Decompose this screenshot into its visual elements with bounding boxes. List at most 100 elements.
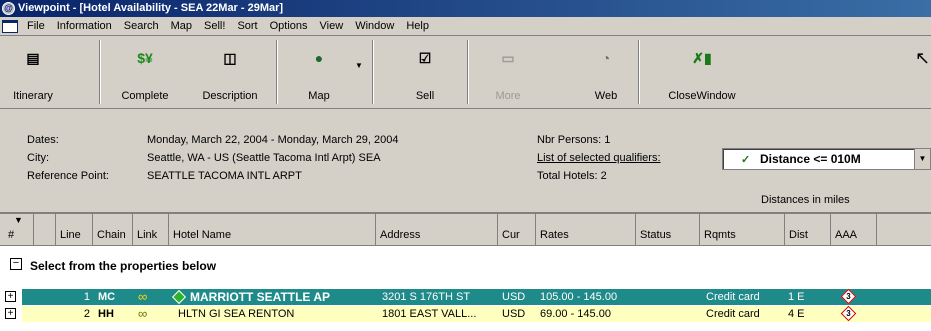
toolbar: ▤ Itinerary $¥ Complete ◫ Description ● … [0, 36, 931, 109]
caret-down-icon: ▼ [355, 61, 363, 70]
row-line: 1 [83, 291, 90, 303]
table-row[interactable]: + 1 MC ∞ MARRIOTT SEATTLE AP 3201 S 176T… [0, 288, 931, 305]
total-hotels: Total Hotels: 2 [537, 170, 607, 182]
map-dropdown-button[interactable]: ▼ [352, 36, 366, 108]
sell-icon: ☑ [418, 50, 432, 66]
reference-point-value: SEATTLE TACOMA INTL ARPT [147, 170, 302, 182]
menu-information[interactable]: Information [51, 17, 118, 36]
more-button[interactable]: ▭ More [480, 36, 536, 108]
app-icon[interactable]: @ [2, 2, 15, 15]
toolbar-separator [99, 40, 101, 104]
row-background: 2 HH ∞ HLTN GI SEA RENTON 1801 EAST VALL… [22, 305, 931, 322]
itinerary-button[interactable]: ▤ Itinerary [0, 36, 66, 108]
row-aaa: 3 [846, 292, 851, 301]
more-icon: ▭ [501, 50, 515, 66]
menu-bar: File Information Search Map Sell! Sort O… [0, 17, 931, 36]
column-header-dist[interactable]: Dist [785, 214, 831, 246]
results-list: − Select from the properties below + 1 M… [0, 247, 931, 331]
complete-label: Complete [121, 90, 169, 102]
exit-door-icon: ✗▮ [692, 50, 712, 66]
row-dist: 1 E [788, 291, 805, 303]
row-rqmts: Credit card [706, 308, 760, 320]
map-label: Map [308, 90, 330, 102]
row-rates: 69.00 - 145.00 [540, 308, 611, 320]
column-header-currency[interactable]: Cur [498, 214, 536, 246]
aaa-diamond-icon: 3 [840, 305, 857, 322]
sort-arrow-icon: ▼ [14, 215, 23, 225]
row-dist: 4 E [788, 308, 805, 320]
close-window-label: CloseWindow [668, 90, 736, 102]
complete-button[interactable]: $¥ Complete [110, 36, 180, 108]
column-header-line[interactable]: Line [56, 214, 93, 246]
dates-value: Monday, March 22, 2004 - Monday, March 2… [147, 134, 399, 146]
menu-search[interactable]: Search [118, 17, 165, 36]
column-header-address[interactable]: Address [376, 214, 498, 246]
row-currency: USD [502, 291, 526, 303]
checkmark-icon: ✓ [741, 154, 751, 166]
column-header-blank[interactable] [34, 214, 56, 246]
dates-label: Dates: [27, 134, 59, 146]
column-header-status[interactable]: Status [636, 214, 700, 246]
currency-icon: $¥ [137, 50, 153, 66]
qualifier-selected-value: Distance <= 010M [760, 152, 861, 166]
document-icon[interactable] [2, 20, 18, 33]
reference-point-label: Reference Point: [27, 170, 109, 182]
more-label: More [495, 90, 521, 102]
description-icon: ◫ [223, 50, 237, 66]
toolbar-separator [276, 40, 278, 104]
itinerary-icon: ▤ [26, 50, 40, 66]
city-label: City: [27, 152, 49, 164]
globe-icon: ● [314, 50, 324, 66]
row-aaa: 3 [846, 309, 851, 318]
qualifiers-link[interactable]: List of selected qualifiers: [537, 152, 661, 164]
qualifier-select[interactable]: ✓ Distance <= 010M ▼ [722, 148, 931, 170]
web-icon: ◔ [601, 50, 611, 66]
menu-map[interactable]: Map [165, 17, 198, 36]
window-title: Viewpoint - [Hotel Availability - SEA 22… [18, 2, 284, 14]
table-row[interactable]: + 2 HH ∞ HLTN GI SEA RENTON 1801 EAST VA… [0, 305, 931, 322]
group-title: Select from the properties below [30, 259, 217, 273]
description-button[interactable]: ◫ Description [190, 36, 270, 108]
column-header-number[interactable]: ▼ # [0, 214, 34, 246]
preferred-diamond-icon [171, 289, 187, 305]
column-header-rates[interactable]: Rates [536, 214, 636, 246]
menu-sell[interactable]: Sell! [198, 17, 231, 36]
city-value: Seattle, WA - US (Seattle Tacoma Intl Ar… [147, 152, 381, 164]
map-button[interactable]: ● Map [286, 36, 352, 108]
column-header-aaa[interactable]: AAA [831, 214, 877, 246]
column-header-rqmts[interactable]: Rqmts [700, 214, 785, 246]
expand-row-button[interactable]: + [5, 291, 16, 302]
collapse-group-button[interactable]: − [10, 258, 22, 270]
column-header-chain[interactable]: Chain [93, 214, 133, 246]
expand-row-button[interactable]: + [5, 308, 16, 319]
title-bar[interactable]: @ Viewpoint - [Hotel Availability - SEA … [0, 0, 931, 17]
row-chain: HH [98, 308, 114, 320]
web-label: Web [594, 90, 618, 102]
chain-link-icon[interactable]: ∞ [138, 306, 147, 322]
nbr-persons: Nbr Persons: 1 [537, 134, 611, 146]
column-header-hotel-name[interactable]: Hotel Name [169, 214, 376, 246]
sell-label: Sell [415, 90, 435, 102]
toolbar-separator [467, 40, 469, 104]
chain-link-icon[interactable]: ∞ [138, 289, 147, 305]
itinerary-label: Itinerary [13, 90, 53, 102]
menu-view[interactable]: View [314, 17, 350, 36]
description-label: Description [202, 90, 258, 102]
row-address: 3201 S 176TH ST [382, 291, 471, 303]
menu-sort[interactable]: Sort [231, 17, 263, 36]
row-line: 2 [83, 308, 90, 320]
menu-window[interactable]: Window [349, 17, 400, 36]
chevron-down-icon[interactable]: ▼ [914, 149, 930, 169]
menu-help[interactable]: Help [400, 17, 435, 36]
toolbar-separator [638, 40, 640, 104]
sell-button[interactable]: ☑ Sell [395, 36, 455, 108]
web-button[interactable]: ◔ Web [578, 36, 634, 108]
row-currency: USD [502, 308, 526, 320]
row-hotel-name: HLTN GI SEA RENTON [178, 308, 295, 320]
search-info-panel: Dates: Monday, March 22, 2004 - Monday, … [0, 109, 931, 214]
close-window-button[interactable]: ✗▮ CloseWindow [664, 36, 740, 108]
menu-file[interactable]: File [21, 17, 51, 36]
column-header-link[interactable]: Link [133, 214, 169, 246]
aaa-diamond-icon: 3 [840, 288, 857, 305]
menu-options[interactable]: Options [264, 17, 314, 36]
